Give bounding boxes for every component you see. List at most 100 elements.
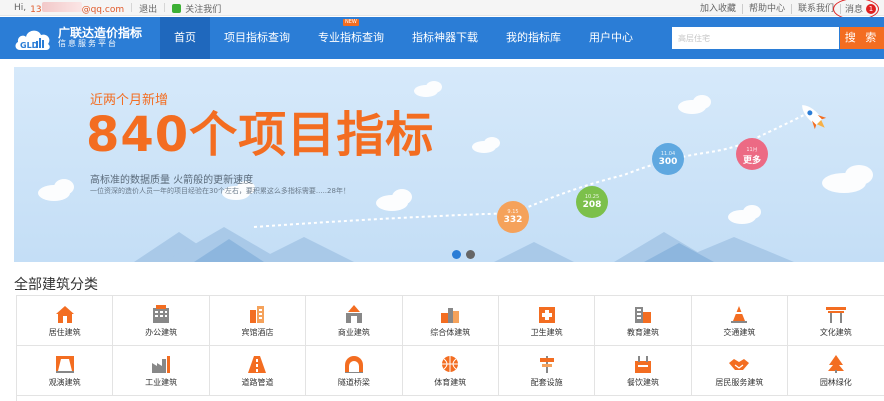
stat-bubble-date: 11月 (746, 147, 758, 153)
nav-project-index[interactable]: 项目指标查询 (210, 17, 304, 59)
site-logo[interactable]: GLD 广联达造价指标 信息服务平台 (14, 23, 144, 53)
stat-bubble: 11.04 300 (652, 143, 684, 175)
category-item[interactable]: 园林绿化 (788, 346, 884, 396)
category-item[interactable]: 工业建筑 (113, 346, 210, 396)
stat-bubble-value: 更多 (742, 156, 761, 166)
user-account-suffix: @qq.com (81, 4, 125, 15)
greeting: Hi, (14, 3, 27, 13)
user-account[interactable]: 13 @qq.com (30, 1, 125, 15)
category-label: 交通建筑 (723, 327, 756, 337)
banner-tagline: 高标准的数据质量 火箭般的更新速度 (90, 175, 254, 186)
carousel-dot[interactable] (466, 250, 475, 259)
follow-link[interactable]: 关注我们 (185, 2, 221, 15)
school-icon (632, 304, 654, 324)
category-item[interactable]: 配套设施 (498, 346, 596, 396)
category-label: 商业建筑 (337, 327, 370, 337)
nav-tool-download-label: 指标神器下载 (412, 31, 478, 44)
category-item[interactable]: 观演建筑 (17, 346, 114, 396)
stage-icon (54, 354, 76, 374)
category-item[interactable]: 餐饮建筑 (595, 346, 692, 396)
logo-mark-text: GLD (20, 41, 39, 50)
category-label: 教育建筑 (627, 327, 660, 337)
stat-bubble-value: 208 (582, 200, 602, 210)
category-label: 道路管道 (241, 377, 274, 387)
search-input[interactable] (672, 27, 839, 49)
new-badge: NEW (343, 19, 359, 26)
stat-bubble: 9.15 332 (497, 201, 529, 233)
stat-bubble-value: 300 (658, 157, 678, 167)
main-nav-bar: GLD 广联达造价指标 信息服务平台 首页 项目指标查询 NEW 专业指标查询 … (0, 17, 884, 59)
commerce-icon (343, 304, 365, 324)
promo-banner[interactable]: 近两个月新增 840个项目指标 高标准的数据质量 火箭般的更新速度 一位资深的造… (14, 67, 884, 262)
office-icon (150, 304, 172, 324)
ball-icon (439, 354, 461, 374)
separator: | (163, 3, 167, 13)
hotel-icon (246, 304, 268, 324)
nav-user-center[interactable]: 用户中心 (575, 17, 647, 59)
house-icon (54, 304, 76, 324)
help-center-link[interactable]: 帮助中心 (743, 3, 792, 14)
category-item[interactable]: 卫生建筑 (498, 296, 596, 346)
add-favorite-link[interactable]: 加入收藏 (694, 3, 743, 14)
category-item[interactable]: 商业建筑 (306, 296, 403, 346)
top-links: 加入收藏 帮助中心 联系我们 消息 1 (694, 0, 880, 20)
category-item[interactable]: 交通建筑 (691, 296, 789, 346)
category-grid: 居住建筑 办公建筑 宾馆酒店 商业建筑 综合体建筑 卫生建筑 教育建筑 交通建筑 文化建筑观演建… (16, 295, 884, 401)
category-label: 卫生建筑 (530, 327, 563, 337)
category-label: 隧道桥梁 (337, 377, 370, 387)
banner-description: 一位资深的造价人员一年的项目经验在30个左右，要积累这么多指标需要.....28… (90, 187, 350, 195)
logout-link[interactable]: 退出 (139, 2, 157, 15)
gate-icon (825, 304, 847, 324)
category-item[interactable]: 宾馆酒店 (209, 296, 307, 346)
nav-menu: 首页 项目指标查询 NEW 专业指标查询 指标神器下载 我的指标库 用户中心 (160, 17, 647, 59)
category-label: 餐饮建筑 (627, 377, 660, 387)
nav-home-label: 首页 (174, 31, 196, 44)
category-label: 工业建筑 (145, 377, 178, 387)
category-item[interactable]: 道路管道 (209, 346, 307, 396)
category-section-title: 全部建筑分类 (14, 277, 98, 293)
carousel-dots (452, 250, 475, 259)
masked-phone (41, 1, 82, 12)
category-label: 配套设施 (530, 377, 563, 387)
more-bubble[interactable]: 11月更多 (736, 138, 768, 170)
category-item[interactable]: 居住建筑 (17, 296, 114, 346)
category-item[interactable]: 综合体建筑 (402, 296, 499, 346)
banner-headline: 840个项目指标 (86, 107, 435, 163)
category-item[interactable]: 教育建筑 (595, 296, 692, 346)
wechat-icon (172, 3, 182, 13)
factory-icon (150, 354, 172, 374)
hospital-icon (536, 304, 558, 324)
nav-my-library-label: 我的指标库 (506, 31, 561, 44)
category-label: 园林绿化 (819, 377, 852, 387)
category-item[interactable]: 办公建筑 (113, 296, 210, 346)
category-label: 观演建筑 (48, 377, 81, 387)
carousel-dot[interactable] (452, 250, 461, 259)
category-label: 居住建筑 (48, 327, 81, 337)
messages-link[interactable]: 消息 1 (832, 0, 880, 20)
tunnel-icon (343, 354, 365, 374)
search-button[interactable]: 搜 索 (840, 27, 884, 49)
category-label: 文化建筑 (819, 327, 852, 337)
top-bar: Hi, 13 @qq.com | 退出 | 关注我们 加入收藏 帮助中心 联系我们… (0, 0, 884, 20)
nav-home[interactable]: 首页 (160, 17, 210, 59)
cloud-logo-icon: GLD (14, 24, 52, 52)
nav-professional-index[interactable]: NEW 专业指标查询 (304, 17, 398, 59)
category-item[interactable]: 体育建筑 (402, 346, 499, 396)
category-label: 居民服务建筑 (715, 377, 764, 387)
nav-user-center-label: 用户中心 (589, 31, 633, 44)
nav-tool-download[interactable]: 指标神器下载 (398, 17, 492, 59)
stat-bubble-date: 11.04 (660, 151, 676, 157)
stat-bubble-date: 9.15 (507, 209, 519, 215)
nav-project-index-label: 项目指标查询 (224, 31, 290, 44)
separator: | (130, 3, 134, 13)
category-item[interactable]: 居民服务建筑 (691, 346, 789, 396)
nav-my-library[interactable]: 我的指标库 (492, 17, 575, 59)
category-item[interactable]: 文化建筑 (788, 296, 884, 346)
stat-bubble-value: 332 (503, 215, 523, 225)
category-label: 宾馆酒店 (241, 327, 274, 337)
dining-icon (632, 354, 654, 374)
traffic-cone-icon (728, 304, 750, 324)
category-item[interactable]: 隧道桥梁 (306, 346, 403, 396)
user-account-prefix: 13 (30, 4, 42, 15)
handshake-icon (728, 354, 750, 374)
